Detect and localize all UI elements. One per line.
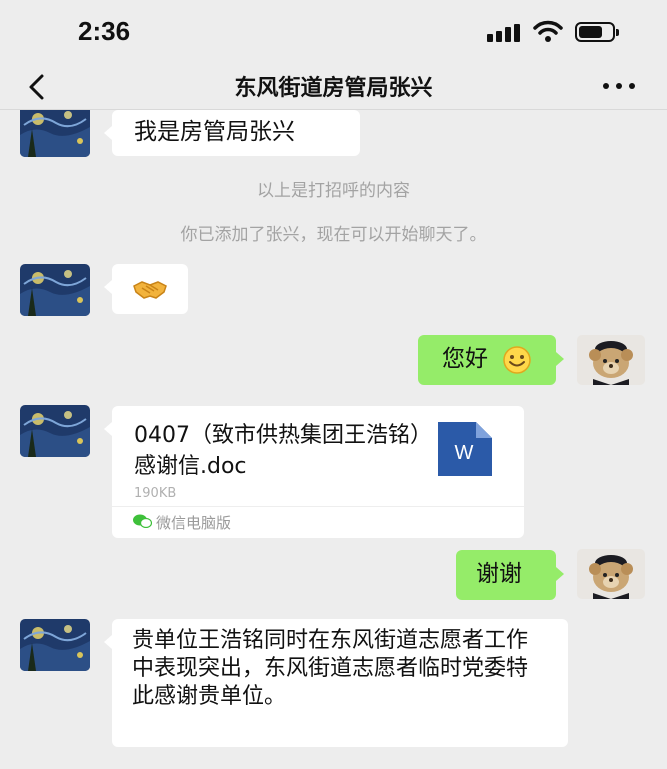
message-text: 谢谢 [476,561,522,587]
user-avatar[interactable] [577,549,645,599]
cellular-signal-icon [487,24,523,42]
status-bar: 2:36 [0,0,667,62]
file-name: 0407（致市供热集团王浩铭）感谢信.doc [134,423,432,479]
message-bubble-incoming[interactable]: 贵单位王浩铭同时在东风街道志愿者工作中表现突出，东风街道志愿者临时党委特此感谢贵… [104,619,568,747]
file-size: 190KB [134,486,177,501]
chat-messages[interactable]: 我是房管局张兴 以上是打招呼的内容 你已添加了张兴，现在可以开始聊天了。 您好 [0,110,667,769]
smile-emoji-icon [503,346,531,374]
message-text: 您好 [442,346,488,372]
chat-header: 东风街道房管局张兴 [0,62,667,110]
message-bubble-incoming[interactable]: 我是房管局张兴 [104,110,360,156]
contact-avatar[interactable] [20,110,90,157]
battery-icon [575,22,619,42]
system-notice: 你已添加了张兴，现在可以开始聊天了。 [180,225,487,245]
divider [112,506,524,507]
message-text: 贵单位王浩铭同时在东风街道志愿者工作中表现突出，东风街道志愿者临时党委特此感谢贵… [132,628,529,709]
file-source-label: 微信电脑版 [156,514,232,532]
user-avatar[interactable] [577,335,645,385]
message-bubble-incoming[interactable] [104,264,188,314]
contact-avatar[interactable] [20,405,90,457]
contact-avatar[interactable] [20,619,90,671]
file-message-card[interactable]: 0407（致市供热集团王浩铭）感谢信.doc 190KB W 微信电脑版 [104,406,524,538]
message-bubble-outgoing[interactable]: 谢谢 [456,550,564,600]
wechat-icon [133,514,152,528]
system-notice: 以上是打招呼的内容 [257,181,410,201]
chat-title: 东风街道房管局张兴 [234,76,433,101]
contact-avatar[interactable] [20,264,90,316]
message-text: 我是房管局张兴 [134,119,295,145]
more-options-button[interactable] [597,72,641,98]
word-document-icon: W [436,420,494,482]
status-time: 2:36 [78,16,131,46]
wifi-icon [533,20,563,48]
word-icon-letter: W [454,442,474,464]
message-bubble-outgoing[interactable]: 您好 [418,335,564,385]
handshake-emoji-icon [133,281,167,299]
